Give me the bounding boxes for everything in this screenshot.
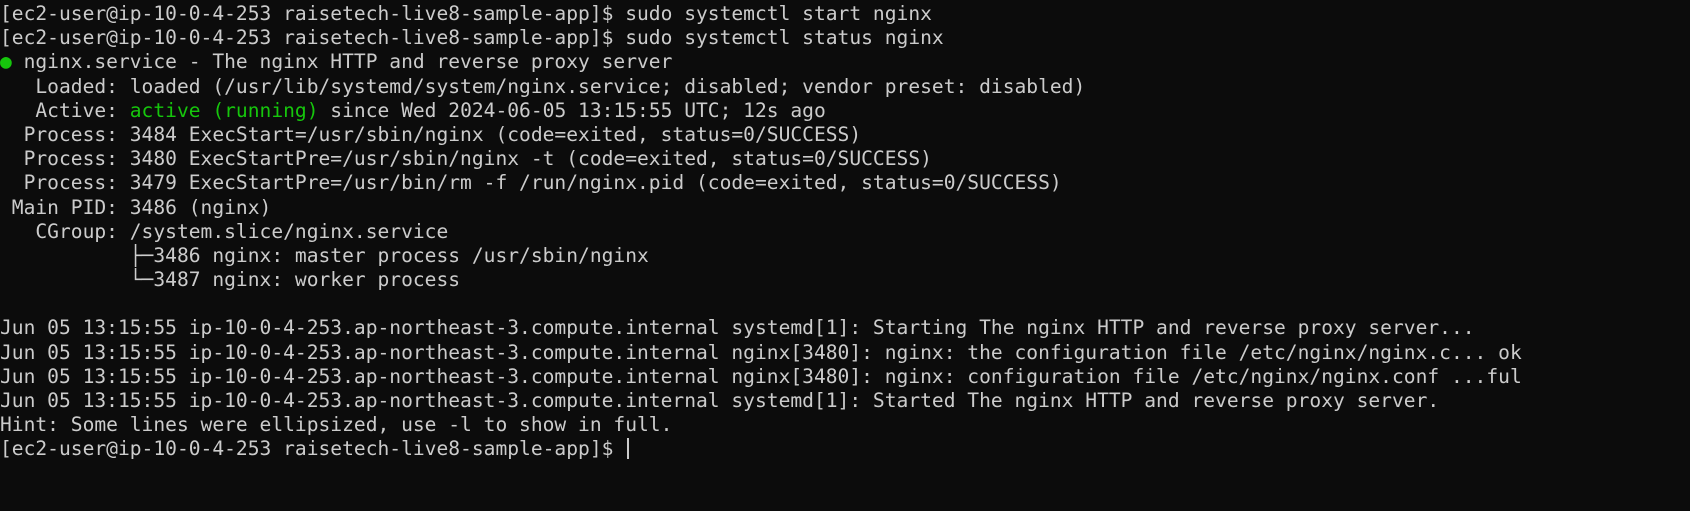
active-state: active (running) — [129, 98, 319, 122]
service-name: nginx.service - The nginx HTTP and rever… — [11, 50, 673, 74]
cgroup-child-master: ├─3486 nginx: master process /usr/sbin/n… — [0, 243, 649, 267]
text-cursor — [627, 438, 630, 460]
prompt-line[interactable]: [ec2-user@ip-10-0-4-253 raisetech-live8-… — [0, 437, 1690, 461]
log-line-config-ok: Jun 05 13:15:55 ip-10-0-4-253.ap-northea… — [0, 340, 1522, 364]
active-label: Active: — [0, 98, 130, 122]
cgroup-line: CGroup: /system.slice/nginx.service — [0, 219, 449, 243]
process-line-3479: Process: 3479 ExecStartPre=/usr/bin/rm -… — [0, 171, 1062, 195]
shell-prompt: [ec2-user@ip-10-0-4-253 raisetech-live8-… — [0, 437, 626, 461]
terminal-window[interactable]: [ec2-user@ip-10-0-4-253 raisetech-live8-… — [0, 0, 1690, 511]
process-line-3484: Process: 3484 ExecStart=/usr/sbin/nginx … — [0, 122, 862, 146]
cgroup-child-worker: └─3487 nginx: worker process — [0, 268, 461, 292]
hint-line: Hint: Some lines were ellipsized, use -l… — [0, 413, 673, 437]
log-line-config-successful: Jun 05 13:15:55 ip-10-0-4-253.ap-northea… — [0, 364, 1522, 388]
loaded-line: Loaded: loaded (/usr/lib/systemd/system/… — [0, 74, 1086, 98]
active-line: Active: active (running) since Wed 2024-… — [0, 99, 1690, 123]
log-line-starting: Jun 05 13:15:55 ip-10-0-4-253.ap-northea… — [0, 316, 1475, 340]
main-pid-line: Main PID: 3486 (nginx) — [0, 195, 272, 219]
service-header: ● nginx.service - The nginx HTTP and rev… — [0, 50, 1690, 74]
status-dot-icon: ● — [0, 50, 12, 74]
active-since: since Wed 2024-06-05 13:15:55 UTC; 12s a… — [318, 98, 826, 122]
process-line-3480: Process: 3480 ExecStartPre=/usr/sbin/ngi… — [0, 147, 932, 171]
command-line-start: [ec2-user@ip-10-0-4-253 raisetech-live8-… — [0, 2, 932, 25]
command-line-status: [ec2-user@ip-10-0-4-253 raisetech-live8-… — [0, 26, 944, 50]
log-line-started: Jun 05 13:15:55 ip-10-0-4-253.ap-northea… — [0, 389, 1440, 412]
